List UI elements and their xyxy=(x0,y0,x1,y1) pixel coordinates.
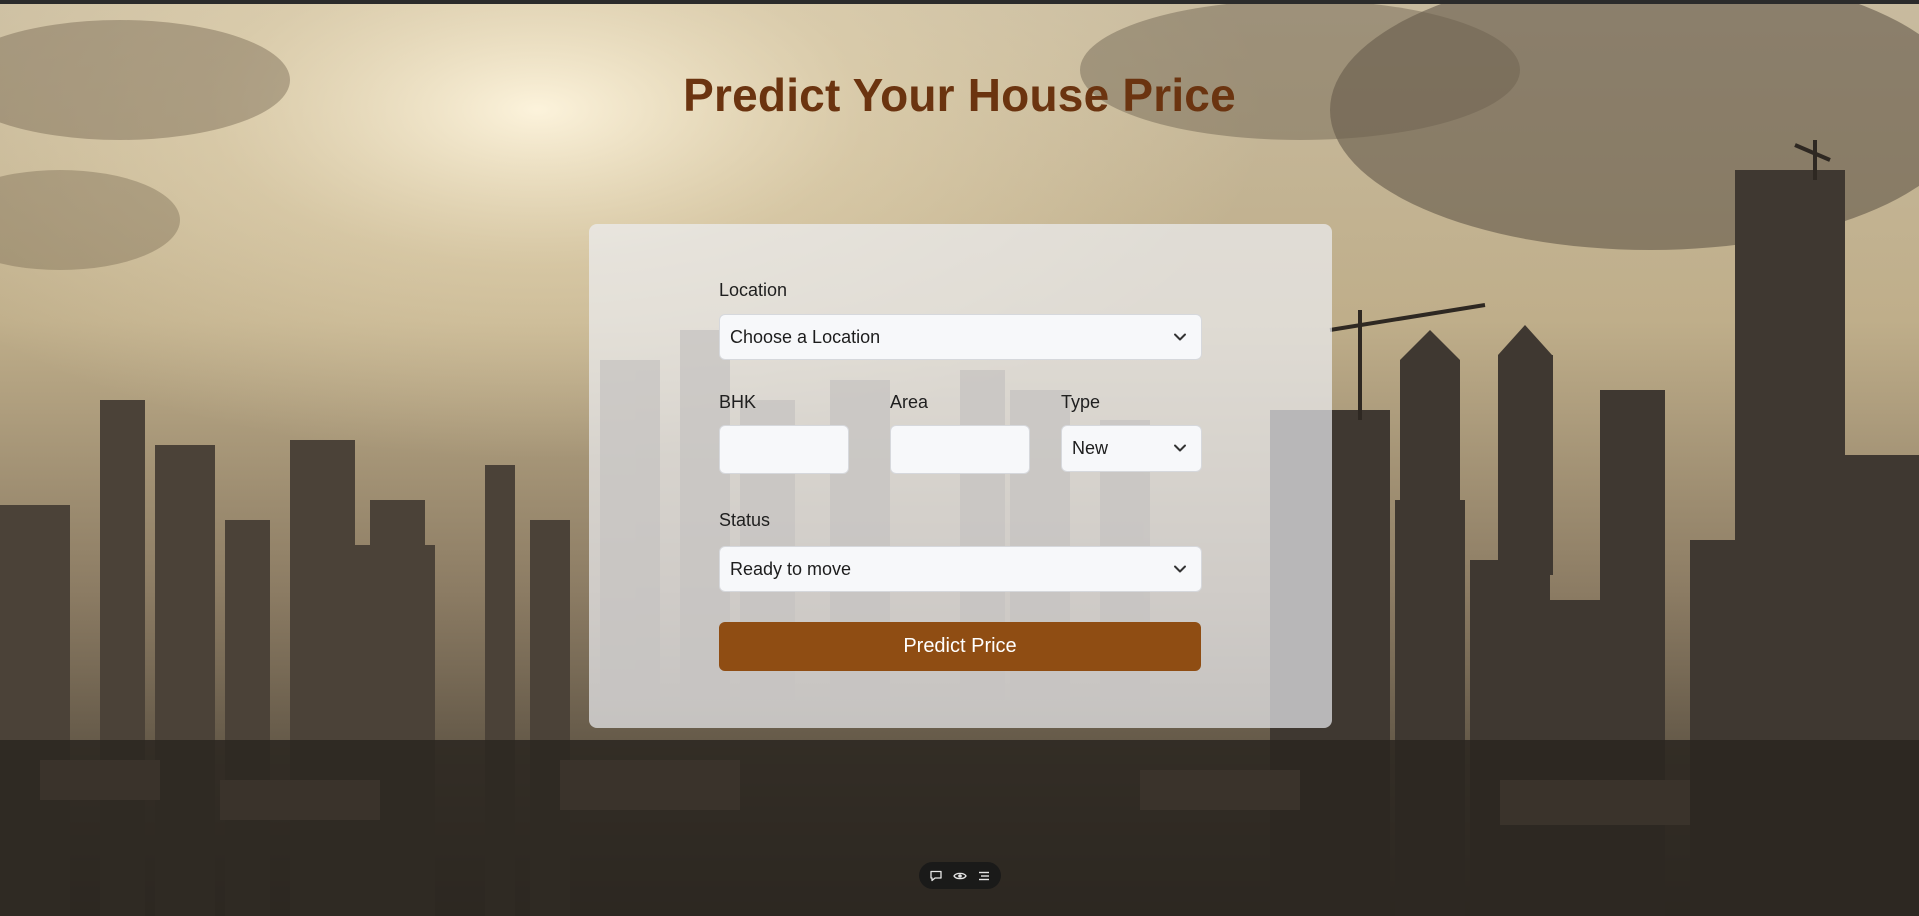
type-select[interactable]: New xyxy=(1061,425,1202,472)
bhk-label: BHK xyxy=(719,392,757,412)
type-label: Type xyxy=(1061,392,1101,412)
top-edge-strip xyxy=(0,0,1919,4)
prediction-form-card: Location Choose a Location BHK Area Type… xyxy=(589,224,1332,728)
type-select-value: New xyxy=(1072,438,1109,458)
chevron-down-icon xyxy=(1174,444,1186,452)
status-select-value: Ready to move xyxy=(730,558,852,579)
predict-price-button[interactable]: Predict Price xyxy=(719,622,1201,671)
page-title: Predict Your House Price xyxy=(683,69,1236,121)
status-label: Status xyxy=(719,510,771,530)
chevron-down-icon xyxy=(1174,333,1186,341)
floating-mini-toolbar xyxy=(919,862,1001,889)
area-label: Area xyxy=(890,392,929,412)
location-select[interactable]: Choose a Location xyxy=(719,314,1202,360)
chat-bubble-icon[interactable] xyxy=(929,869,943,883)
list-icon[interactable] xyxy=(977,869,991,883)
status-select[interactable]: Ready to move xyxy=(719,546,1202,592)
area-input[interactable] xyxy=(890,425,1030,474)
location-label: Location xyxy=(719,280,788,300)
eye-icon[interactable] xyxy=(953,869,967,883)
chevron-down-icon xyxy=(1174,565,1186,573)
location-select-value: Choose a Location xyxy=(730,326,881,347)
bhk-input[interactable] xyxy=(719,425,849,474)
